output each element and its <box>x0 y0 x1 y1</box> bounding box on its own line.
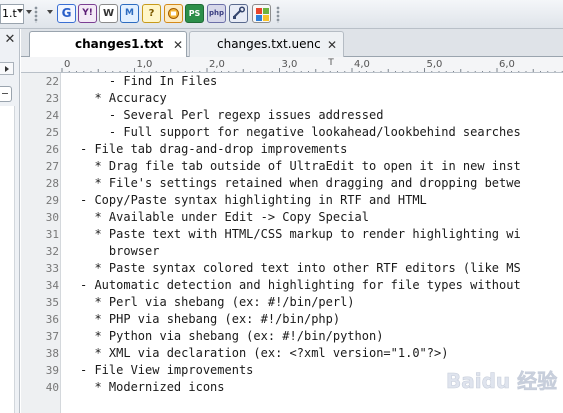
line-number: 35 <box>45 296 59 309</box>
code-line[interactable]: - Find In Files <box>80 73 217 90</box>
text-editor[interactable]: 22 23 24 25 26 27 28 29 30 31 32 33 34 35 36 37 38 39 40 -… <box>21 73 563 413</box>
yahoo-search-icon[interactable]: Y! <box>78 4 97 23</box>
code-line[interactable]: * Accuracy <box>80 90 166 107</box>
wikipedia-icon[interactable]: W <box>99 4 118 23</box>
toolbar-end-grip[interactable] <box>276 6 280 23</box>
code-line[interactable]: - Automatic detection and highlighting f… <box>80 277 521 294</box>
ruler-label: 2,0 <box>209 59 225 70</box>
tool-glyph <box>233 6 246 19</box>
line-number: 32 <box>45 245 59 258</box>
file-list-area[interactable] <box>0 106 15 413</box>
line-number: 24 <box>45 109 59 122</box>
windows-quad-yellow <box>263 15 269 21</box>
windows-quad-blue <box>256 15 262 21</box>
file-list-panel: ✕ <box>0 29 20 413</box>
code-line[interactable]: * Perl via shebang (ex: #!/bin/perl) <box>80 294 354 311</box>
line-number: 30 <box>45 211 59 224</box>
line-number: 25 <box>45 126 59 139</box>
search-toolbar: 1.t G Y! W M ? PS php <box>0 0 563 29</box>
line-number-gutter: 22 23 24 25 26 27 28 29 30 31 32 33 34 35 36 37 38 39 40 <box>21 73 61 413</box>
tab-changes1[interactable]: changes1.txt ✕ <box>29 31 187 58</box>
code-line[interactable]: * Paste syntax colored text into other R… <box>80 260 520 277</box>
help-letter: ? <box>148 8 155 19</box>
font-size-combo[interactable]: 1.t <box>0 4 24 24</box>
line-number: 31 <box>45 228 59 241</box>
line-number: 23 <box>45 92 59 105</box>
line-number: 29 <box>45 194 59 207</box>
ps-letter: PS <box>188 9 201 18</box>
ruler-label: 6,0 <box>499 59 515 70</box>
msn-icon[interactable]: M <box>120 4 139 23</box>
line-number: 27 <box>45 160 59 173</box>
toolbar-grip[interactable] <box>34 6 38 23</box>
tab-label: changes1.txt <box>75 37 164 51</box>
code-line[interactable]: * Python via shebang (ex: #!/bin/python) <box>80 328 383 345</box>
panel-combo[interactable] <box>0 86 12 102</box>
line-number: 26 <box>45 143 59 156</box>
line-number: 39 <box>45 364 59 377</box>
combo-dropdown-icon[interactable] <box>17 9 23 13</box>
font-size-combo-value: 1.t <box>2 7 17 20</box>
close-icon[interactable]: ✕ <box>3 33 17 47</box>
column-ruler: 0 1,0 2,0 3,0 4,0 5,0 6,0 T <box>21 57 563 73</box>
msn-letter: M <box>125 8 134 18</box>
yahoo-letter: Y! <box>82 8 93 18</box>
code-line[interactable]: * PHP via shebang (ex: #!/bin/php) <box>80 311 340 328</box>
dictionary-glyph <box>168 8 179 19</box>
toolbar-overflow-icon[interactable] <box>26 10 32 14</box>
code-line[interactable]: * Modernized icons <box>80 379 224 396</box>
ruler-label: 3,0 <box>282 59 298 70</box>
file-tab-bar: changes1.txt ✕ changes.txt.uenc ✕ <box>21 29 563 58</box>
code-line[interactable]: * Available under Edit -> Copy Special <box>80 209 369 226</box>
toolbar-dropdown-icon[interactable] <box>47 10 53 14</box>
line-number: 22 <box>45 75 59 88</box>
windows-icon[interactable] <box>252 4 271 23</box>
php-icon[interactable]: php <box>207 4 226 23</box>
ultraedit-window: 1.t G Y! W M ? PS php ✕ changes1.txt ✕ c… <box>0 0 563 413</box>
code-line[interactable]: - File tab drag-and-drop improvements <box>80 141 347 158</box>
google-letter: G <box>61 6 72 20</box>
code-line[interactable]: * XML via declaration (ex: <?xml version… <box>80 345 448 362</box>
line-number: 34 <box>45 279 59 292</box>
expand-arrow-icon[interactable] <box>0 62 14 75</box>
line-number: 38 <box>45 347 59 360</box>
ruler-graphic: 0 1,0 2,0 3,0 4,0 5,0 6,0 T <box>61 58 563 72</box>
code-line[interactable]: * Paste text with HTML/CSS markup to ren… <box>80 226 520 243</box>
line-number: 36 <box>45 313 59 326</box>
windows-quad-green <box>263 8 269 14</box>
ruler-label: 1,0 <box>137 59 153 70</box>
php-letter: php <box>208 9 224 17</box>
tab-label: changes.txt.uenc <box>217 37 321 51</box>
tool-icon[interactable] <box>229 4 248 23</box>
code-line[interactable]: * Drag file tab outside of UltraEdit to … <box>80 158 520 175</box>
code-line[interactable]: - Several Perl regexp issues addressed <box>80 107 384 124</box>
line-number: 37 <box>45 330 59 343</box>
line-number: 40 <box>45 381 59 394</box>
ps-icon[interactable]: PS <box>185 4 204 23</box>
windows-quad-red <box>256 8 262 14</box>
code-line[interactable]: - Copy/Paste syntax highlighting in RTF … <box>80 192 427 209</box>
ruler-label: 0 <box>64 59 70 70</box>
ruler-label: 4,0 <box>354 59 370 70</box>
line-number: 33 <box>45 262 59 275</box>
tab-close-icon[interactable]: ✕ <box>173 38 183 52</box>
help-icon[interactable]: ? <box>142 4 161 23</box>
tab-close-icon[interactable]: ✕ <box>327 38 337 52</box>
wikipedia-letter: W <box>102 8 115 19</box>
tab-changes-uenc[interactable]: changes.txt.uenc ✕ <box>189 31 344 57</box>
code-line[interactable]: browser <box>80 243 160 260</box>
code-line[interactable]: * File's settings retained when dragging… <box>80 175 520 192</box>
code-area[interactable]: - Find In Files * Accuracy - Several Per… <box>62 73 563 413</box>
code-line[interactable]: - File View improvements <box>80 362 253 379</box>
code-line[interactable]: - Full support for negative lookahead/lo… <box>80 124 521 141</box>
ruler-caret-marker: T <box>327 58 334 68</box>
google-search-icon[interactable]: G <box>57 4 76 23</box>
ruler-label: 5,0 <box>427 59 443 70</box>
line-number: 28 <box>45 177 59 190</box>
dictionary-icon[interactable] <box>164 4 183 23</box>
